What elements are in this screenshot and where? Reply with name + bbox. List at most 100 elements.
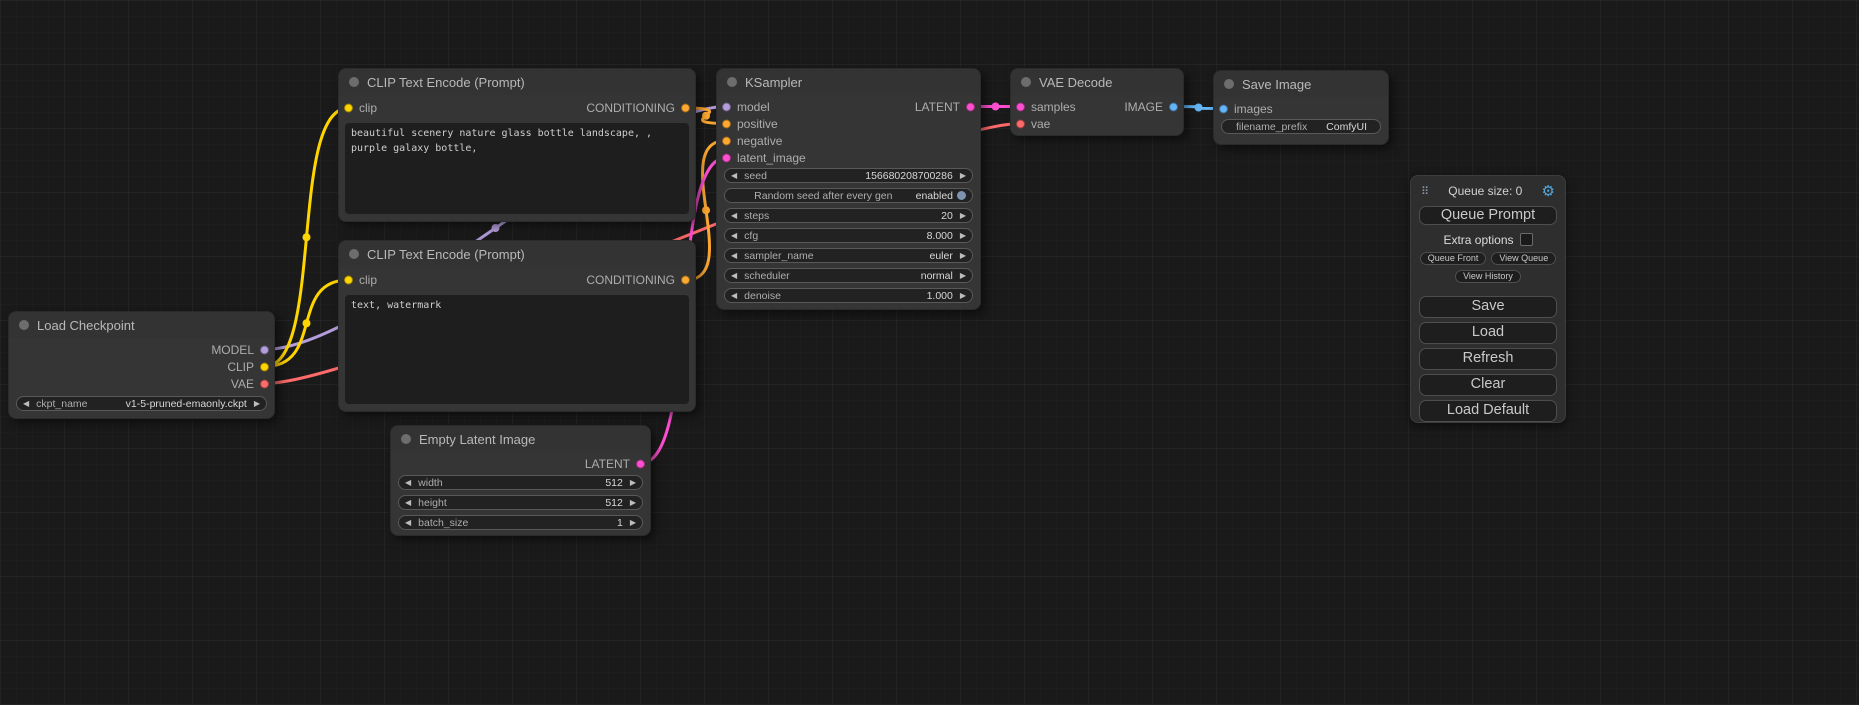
- clip-input-port[interactable]: [344, 276, 353, 285]
- collapse-dot[interactable]: [1021, 77, 1031, 87]
- increment-arrow-icon[interactable]: ▶: [960, 272, 966, 280]
- node-ksampler[interactable]: KSampler model LATENT positive negative …: [716, 68, 981, 310]
- widget-name: width: [418, 477, 443, 489]
- collapse-dot[interactable]: [19, 320, 29, 330]
- extra-options-checkbox[interactable]: [1520, 233, 1533, 246]
- widget-sampler-name[interactable]: ◀ sampler_name euler ▶: [724, 248, 973, 263]
- node-title-bar[interactable]: Save Image: [1214, 71, 1388, 97]
- slot-label: CLIP: [227, 360, 254, 374]
- graph-canvas[interactable]: Load Checkpoint MODEL CLIP VAE ◀ ckpt_na…: [0, 0, 1859, 705]
- collapse-dot[interactable]: [349, 77, 359, 87]
- positive-input-port[interactable]: [722, 119, 731, 128]
- images-input-port[interactable]: [1219, 104, 1228, 113]
- node-empty-latent-image[interactable]: Empty Latent Image LATENT ◀ width 512 ▶ …: [390, 425, 651, 536]
- increment-arrow-icon[interactable]: ▶: [960, 232, 966, 240]
- widget-batch-size[interactable]: ◀ batch_size 1 ▶: [398, 515, 643, 530]
- latent-output-port[interactable]: [636, 459, 645, 468]
- widget-steps[interactable]: ◀ steps 20 ▶: [724, 208, 973, 223]
- collapse-dot[interactable]: [727, 77, 737, 87]
- widget-value: normal: [921, 270, 953, 282]
- increment-arrow-icon[interactable]: ▶: [960, 172, 966, 180]
- node-title-bar[interactable]: VAE Decode: [1011, 69, 1183, 95]
- slot-label: samples: [1031, 100, 1076, 114]
- widget-seed[interactable]: ◀ seed 156680208700286 ▶: [724, 168, 973, 183]
- decrement-arrow-icon[interactable]: ◀: [731, 212, 737, 220]
- increment-arrow-icon[interactable]: ▶: [630, 479, 636, 487]
- collapse-dot[interactable]: [1224, 79, 1234, 89]
- increment-arrow-icon[interactable]: ▶: [960, 292, 966, 300]
- node-vae-decode[interactable]: VAE Decode samples IMAGE vae: [1010, 68, 1184, 136]
- queue-front-button[interactable]: Queue Front: [1420, 252, 1487, 265]
- slot-label: LATENT: [585, 457, 630, 471]
- decrement-arrow-icon[interactable]: ◀: [405, 519, 411, 527]
- decrement-arrow-icon[interactable]: ◀: [405, 499, 411, 507]
- vae-input-port[interactable]: [1016, 119, 1025, 128]
- samples-input-port[interactable]: [1016, 102, 1025, 111]
- widget-value: 512: [605, 477, 623, 489]
- decrement-arrow-icon[interactable]: ◀: [23, 400, 29, 408]
- increment-arrow-icon[interactable]: ▶: [960, 252, 966, 260]
- decrement-arrow-icon[interactable]: ◀: [731, 272, 737, 280]
- decrement-arrow-icon[interactable]: ◀: [731, 292, 737, 300]
- latent-output-port[interactable]: [966, 102, 975, 111]
- node-clip-text-encode-negative[interactable]: CLIP Text Encode (Prompt) clip CONDITION…: [338, 240, 696, 412]
- save-button[interactable]: Save: [1419, 296, 1557, 318]
- clip-output-port[interactable]: [260, 362, 269, 371]
- node-title-bar[interactable]: Empty Latent Image: [391, 426, 650, 452]
- widget-cfg[interactable]: ◀ cfg 8.000 ▶: [724, 228, 973, 243]
- node-load-checkpoint[interactable]: Load Checkpoint MODEL CLIP VAE ◀ ckpt_na…: [8, 311, 275, 419]
- widget-scheduler[interactable]: ◀ scheduler normal ▶: [724, 268, 973, 283]
- node-title-bar[interactable]: CLIP Text Encode (Prompt): [339, 69, 695, 95]
- widget-filename-prefix[interactable]: filename_prefix ComfyUI: [1221, 119, 1381, 134]
- decrement-arrow-icon[interactable]: ◀: [731, 232, 737, 240]
- model-input-port[interactable]: [722, 102, 731, 111]
- increment-arrow-icon[interactable]: ▶: [960, 212, 966, 220]
- widget-value: euler: [929, 250, 952, 262]
- view-queue-button[interactable]: View Queue: [1491, 252, 1556, 265]
- vae-output-port[interactable]: [260, 379, 269, 388]
- conditioning-output-port[interactable]: [681, 276, 690, 285]
- node-save-image[interactable]: Save Image images filename_prefix ComfyU…: [1213, 70, 1389, 145]
- latent-image-input-port[interactable]: [722, 153, 731, 162]
- settings-gear-icon[interactable]: ⚙: [1542, 182, 1555, 200]
- load-button[interactable]: Load: [1419, 322, 1557, 344]
- output-slot-clip: CLIP: [9, 358, 274, 375]
- history-buttons-row: View History: [1419, 270, 1557, 283]
- view-history-button[interactable]: View History: [1455, 270, 1521, 283]
- widget-value: enabled: [916, 190, 953, 202]
- drag-handle-icon[interactable]: ⠿: [1421, 185, 1429, 198]
- increment-arrow-icon[interactable]: ▶: [254, 400, 260, 408]
- model-output-port[interactable]: [260, 345, 269, 354]
- conditioning-output-port[interactable]: [681, 104, 690, 113]
- image-output-port[interactable]: [1169, 102, 1178, 111]
- widget-denoise[interactable]: ◀ denoise 1.000 ▶: [724, 288, 973, 303]
- input-slot-negative: negative: [717, 132, 980, 149]
- widget-width[interactable]: ◀ width 512 ▶: [398, 475, 643, 490]
- increment-arrow-icon[interactable]: ▶: [630, 499, 636, 507]
- toggle-on-dot[interactable]: [957, 191, 966, 200]
- decrement-arrow-icon[interactable]: ◀: [731, 252, 737, 260]
- widget-ckpt-name[interactable]: ◀ ckpt_name v1-5-pruned-emaonly.ckpt ▶: [16, 396, 267, 411]
- prompt-text[interactable]: beautiful scenery nature glass bottle la…: [345, 123, 689, 214]
- prompt-text[interactable]: text, watermark: [345, 295, 689, 404]
- node-title-bar[interactable]: Load Checkpoint: [9, 312, 274, 338]
- widget-value: v1-5-pruned-emaonly.ckpt: [126, 398, 247, 410]
- widget-name: cfg: [744, 230, 758, 242]
- queue-prompt-button[interactable]: Queue Prompt: [1419, 206, 1557, 225]
- negative-input-port[interactable]: [722, 136, 731, 145]
- load-default-button[interactable]: Load Default: [1419, 400, 1557, 422]
- node-title-bar[interactable]: KSampler: [717, 69, 980, 95]
- widget-height[interactable]: ◀ height 512 ▶: [398, 495, 643, 510]
- clip-input-port[interactable]: [344, 104, 353, 113]
- widget-value: 20: [941, 210, 953, 222]
- node-title-bar[interactable]: CLIP Text Encode (Prompt): [339, 241, 695, 267]
- collapse-dot[interactable]: [349, 249, 359, 259]
- decrement-arrow-icon[interactable]: ◀: [405, 479, 411, 487]
- collapse-dot[interactable]: [401, 434, 411, 444]
- increment-arrow-icon[interactable]: ▶: [630, 519, 636, 527]
- widget-random-seed-toggle[interactable]: Random seed after every gen enabled: [724, 188, 973, 203]
- decrement-arrow-icon[interactable]: ◀: [731, 172, 737, 180]
- refresh-button[interactable]: Refresh: [1419, 348, 1557, 370]
- clear-button[interactable]: Clear: [1419, 374, 1557, 396]
- node-clip-text-encode-positive[interactable]: CLIP Text Encode (Prompt) clip CONDITION…: [338, 68, 696, 222]
